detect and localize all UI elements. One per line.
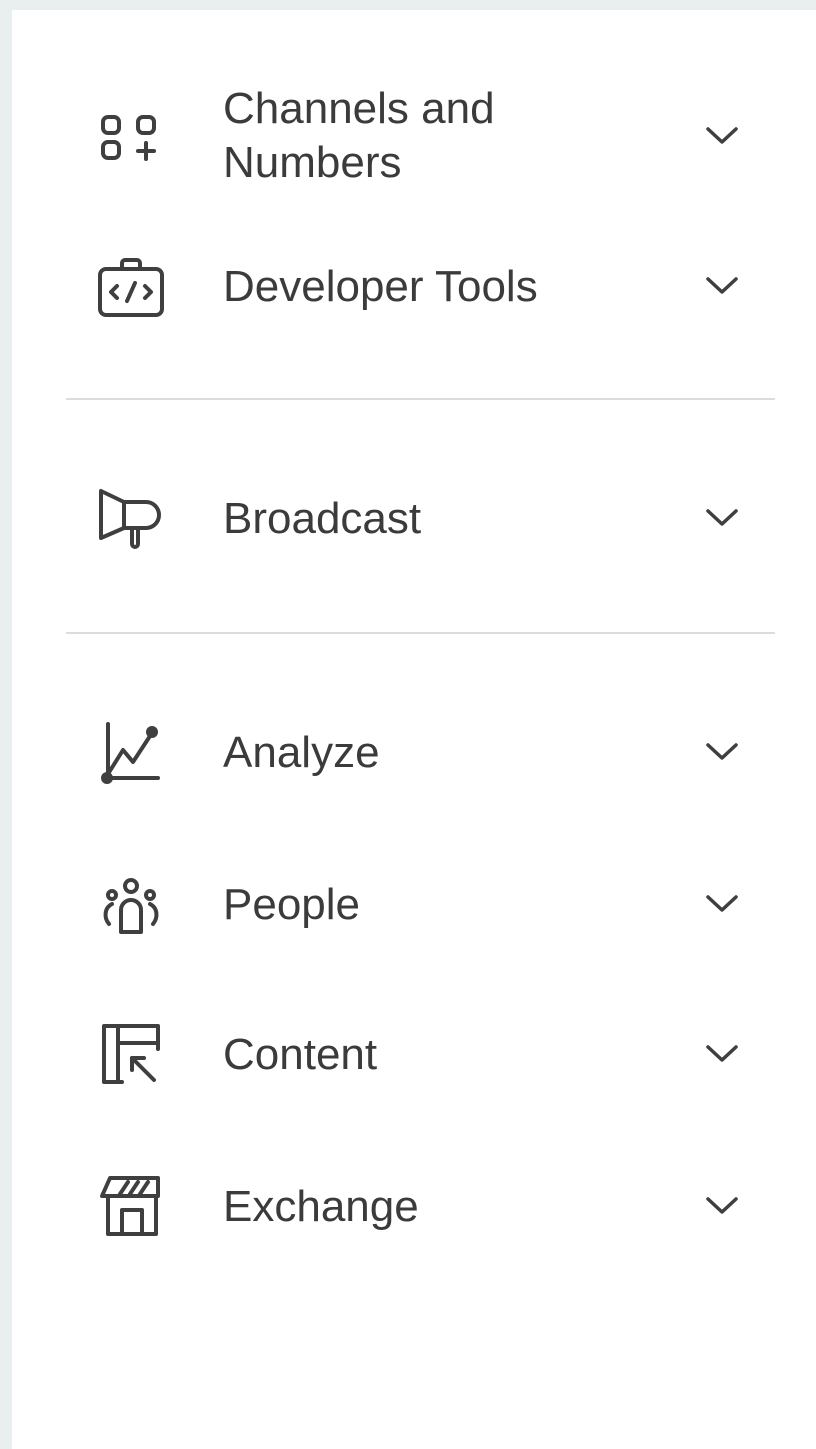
content-layout-icon: [96, 1018, 166, 1088]
side-nav-panel: Channels and Numbers Developer Tools Bro…: [12, 10, 816, 1449]
nav-item-developer-tools[interactable]: Developer Tools: [12, 246, 816, 326]
nav-label-channels-and-numbers: Channels and Numbers: [223, 84, 495, 187]
chevron-down-icon[interactable]: [700, 888, 744, 918]
chevron-down-icon[interactable]: [700, 502, 744, 532]
chevron-down-icon[interactable]: [700, 1190, 744, 1220]
nav-item-exchange[interactable]: Exchange: [12, 1166, 816, 1246]
nav-label-exchange: Exchange: [223, 1182, 419, 1231]
nav-item-channels-and-numbers[interactable]: Channels and Numbers: [12, 80, 816, 200]
apps-add-icon: [96, 100, 166, 170]
nav-label-broadcast: Broadcast: [223, 494, 422, 543]
nav-label-content: Content: [223, 1030, 378, 1079]
chevron-down-icon[interactable]: [700, 120, 744, 150]
chevron-down-icon[interactable]: [700, 736, 744, 766]
nav-item-broadcast[interactable]: Broadcast: [12, 478, 816, 558]
line-chart-icon: [96, 716, 166, 786]
chevron-down-icon[interactable]: [700, 270, 744, 300]
storefront-icon: [96, 1170, 166, 1240]
nav-label-developer-tools: Developer Tools: [223, 262, 538, 311]
nav-item-people[interactable]: People: [12, 864, 816, 944]
nav-item-analyze[interactable]: Analyze: [12, 712, 816, 792]
nav-label-analyze: Analyze: [223, 728, 380, 777]
nav-item-content[interactable]: Content: [12, 1014, 816, 1094]
divider: [66, 398, 775, 400]
people-icon: [96, 868, 166, 938]
megaphone-icon: [96, 482, 166, 552]
code-briefcase-icon: [96, 252, 166, 322]
chevron-down-icon[interactable]: [700, 1038, 744, 1068]
nav-label-people: People: [223, 880, 361, 929]
divider: [66, 632, 775, 634]
